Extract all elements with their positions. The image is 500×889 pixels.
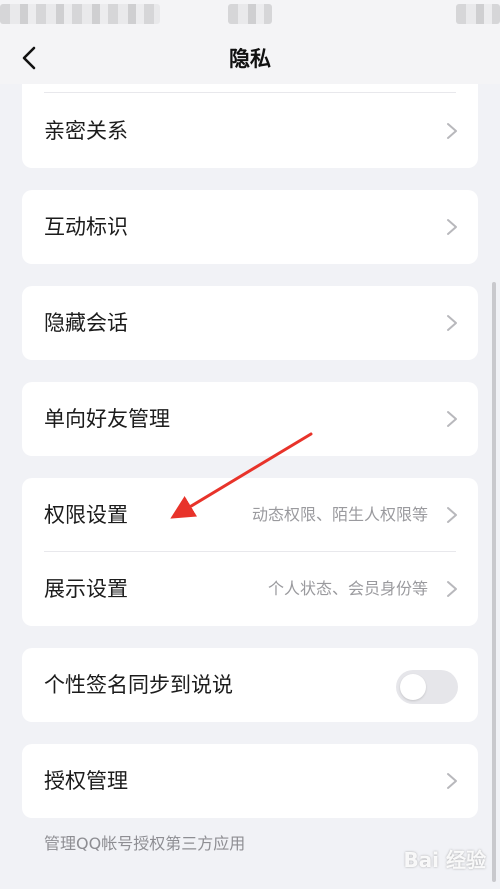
card-hidden-chat: 隐藏会话 xyxy=(22,286,478,360)
row-value: 动态权限、陌生人权限等 xyxy=(251,505,428,524)
row-label: 亲密关系 xyxy=(44,119,128,143)
row-label: 展示设置 xyxy=(44,577,128,601)
row-label: 授权管理 xyxy=(44,769,128,793)
blurred-status-right xyxy=(456,4,500,24)
page-title: 隐私 xyxy=(229,47,271,71)
chevron-right-icon xyxy=(447,411,457,427)
card-signature-sync: 个性签名同步到说说 xyxy=(22,648,478,722)
status-bar xyxy=(0,0,500,30)
chevron-right-icon xyxy=(447,581,457,597)
scrollbar[interactable] xyxy=(492,282,496,882)
chevron-right-icon xyxy=(447,507,457,523)
row-signature-sync: 个性签名同步到说说 xyxy=(22,648,478,722)
row-label: 互动标识 xyxy=(44,215,128,239)
card-interaction: 互动标识 xyxy=(22,190,478,264)
row-value: 个人状态、会员身份等 xyxy=(267,579,428,598)
row-display-settings[interactable]: 展示设置 个人状态、会员身份等 xyxy=(22,552,478,626)
signature-sync-toggle[interactable] xyxy=(396,670,458,704)
row-label: 单向好友管理 xyxy=(44,407,170,431)
row-hidden-chat[interactable]: 隐藏会话 xyxy=(22,286,478,360)
watermark-logo: Bai 经验 xyxy=(403,848,486,872)
toggle-knob xyxy=(400,674,426,700)
row-label: 隐藏会话 xyxy=(44,311,128,335)
card-authorization: 授权管理 xyxy=(22,744,478,818)
card-settings-group: 权限设置 动态权限、陌生人权限等 展示设置 个人状态、会员身份等 xyxy=(22,478,478,626)
row-label: 个性签名同步到说说 xyxy=(44,673,233,697)
row-authorization-management[interactable]: 授权管理 xyxy=(22,744,478,818)
blurred-status-center xyxy=(228,4,272,24)
row-intimate-relationship[interactable]: 亲密关系 xyxy=(22,94,478,168)
row-permission-settings[interactable]: 权限设置 动态权限、陌生人权限等 xyxy=(22,478,478,552)
divider xyxy=(44,92,456,93)
chevron-right-icon xyxy=(447,219,457,235)
row-one-way-friends[interactable]: 单向好友管理 xyxy=(22,382,478,456)
navigation-bar: 隐私 xyxy=(0,30,500,84)
card-one-way-friends: 单向好友管理 xyxy=(22,382,478,456)
chevron-right-icon xyxy=(447,123,457,139)
row-label: 权限设置 xyxy=(44,503,128,527)
blurred-status-left xyxy=(0,4,160,24)
chevron-right-icon xyxy=(447,773,457,789)
card-intimate: 亲密关系 xyxy=(22,84,478,168)
chevron-right-icon xyxy=(447,315,457,331)
row-interaction-badges[interactable]: 互动标识 xyxy=(22,190,478,264)
authorization-footnote: 管理QQ帐号授权第三方应用 xyxy=(44,834,246,853)
